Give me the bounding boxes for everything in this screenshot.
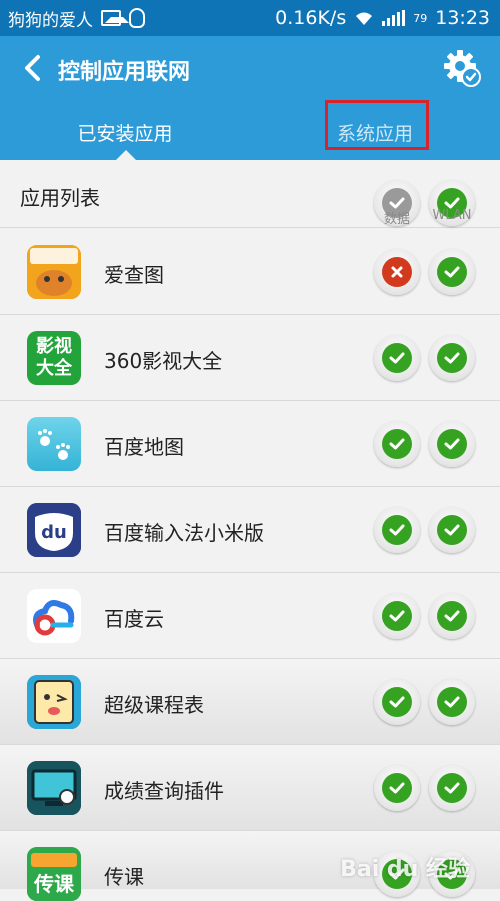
check-icon [444,266,460,278]
wlan-toggle[interactable] [429,765,475,811]
app-bar: 控制应用联网 已安装应用 系统应用 [0,36,500,160]
wlan-toggle[interactable] [429,249,475,295]
list-item[interactable]: 超级课程表 [0,659,500,745]
app-name: 百度输入法小米版 [104,521,264,545]
check-icon [389,782,405,794]
watermark: Bai du 经验 [340,857,470,882]
back-button[interactable] [14,50,50,86]
list-item[interactable]: 爱查图 [0,229,500,315]
list-header: 应用列表 数据 WLAN [0,160,500,228]
baidu-cloud-app-icon [27,589,81,643]
battery-level: 79 [413,11,428,25]
check-icon [389,524,405,536]
app-name: 成绩查询插件 [104,779,224,803]
super-timetable-app-icon [27,675,81,729]
check-icon [389,438,405,450]
selected-tab-indicator [116,150,136,160]
baidu-map-app-icon [27,417,81,471]
clock: 13:23 [435,7,490,29]
list-item[interactable]: 百度云 [0,573,500,659]
data-toggle[interactable] [374,507,420,553]
check-icon [389,610,405,622]
wlan-toggle[interactable] [429,679,475,725]
list-item[interactable]: du 百度输入法小米版 [0,487,500,573]
check-icon [444,782,460,794]
app-name: 360影视大全 [104,349,223,373]
wlan-toggle[interactable] [429,593,475,639]
chevron-left-icon [25,55,40,81]
wifi-icon [356,12,373,25]
highlight-box [325,100,429,150]
check-icon [444,696,460,708]
data-toggle[interactable] [374,421,420,467]
grade-query-plugin-icon [27,761,81,815]
tab-installed-apps[interactable]: 已安装应用 [0,104,250,160]
check-icon [444,610,460,622]
svg-text:传课: 传课 [33,872,75,896]
list-item[interactable]: 传课 传课 Bai du 经验 [0,831,500,901]
wlan-toggle[interactable] [429,421,475,467]
list-item[interactable]: 成绩查询插件 [0,745,500,831]
gear-check-icon[interactable] [442,48,482,88]
aichatu-app-icon [27,245,81,299]
image-notification-icon [101,10,129,26]
cross-icon [391,266,403,278]
chuanke-app-icon: 传课 [27,847,81,901]
data-toggle[interactable] [374,335,420,381]
baidu-ime-app-icon: du [27,503,81,557]
data-toggle[interactable] [374,249,420,295]
wlan-toggle[interactable] [429,335,475,381]
tab-label: 已安装应用 [77,122,173,145]
check-icon [389,352,405,364]
list-item[interactable]: 影视 大全 360影视大全 [0,315,500,401]
check-icon [444,438,460,450]
column-label-wlan: WLAN [432,208,472,223]
net-speed: 0.16K/s [275,7,347,29]
app-name: 百度云 [104,607,164,631]
svg-text:du: du [41,522,67,543]
app-name: 百度地图 [104,435,184,459]
360-video-app-icon: 影视 大全 [27,331,81,385]
check-icon [389,696,405,708]
page-title: 控制应用联网 [58,60,191,85]
status-bar: 狗狗的爱人 0.16K/s 79 13:23 [0,0,500,36]
list-item[interactable]: 百度地图 [0,401,500,487]
app-name: 传课 [104,865,144,889]
app-name: 爱查图 [104,263,164,287]
check-icon [444,352,460,364]
app-name: 超级课程表 [104,693,204,717]
signal-icon [382,10,406,26]
check-icon [444,524,460,536]
column-label-data: 数据 [383,212,410,227]
carrier-name: 狗狗的爱人 [8,10,93,31]
wlan-toggle[interactable] [429,507,475,553]
qq-notification-icon [129,8,145,28]
list-title: 应用列表 [20,186,100,210]
data-toggle[interactable] [374,593,420,639]
data-toggle[interactable] [374,765,420,811]
data-toggle[interactable] [374,679,420,725]
